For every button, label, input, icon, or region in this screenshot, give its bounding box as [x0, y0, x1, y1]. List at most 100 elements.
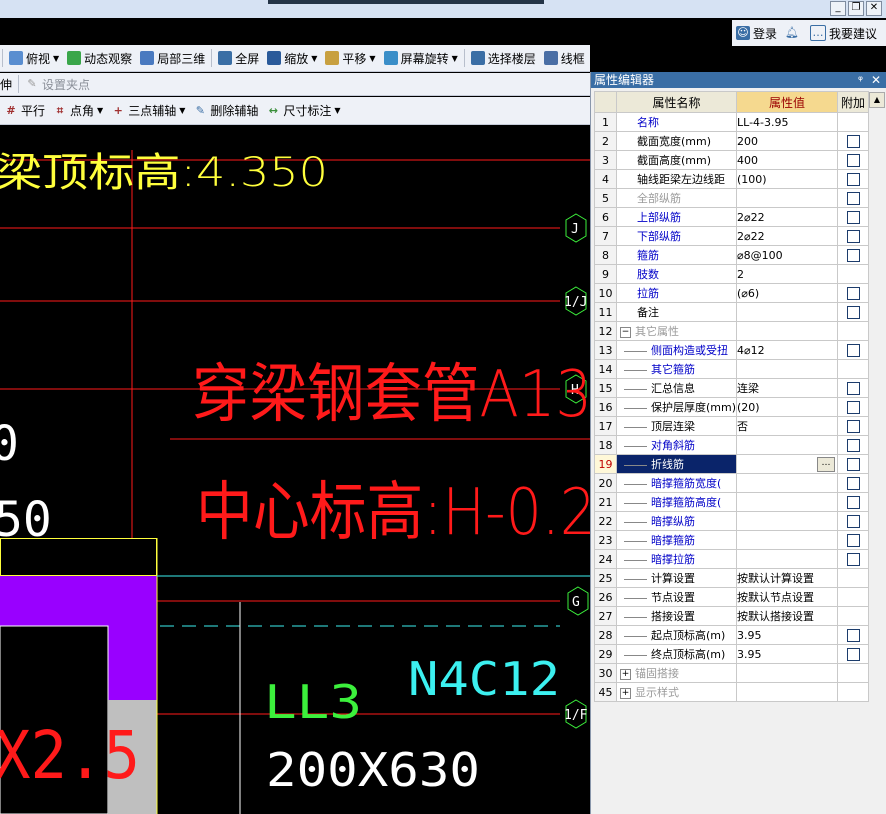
- toolbar-button-5[interactable]: 平移 ▼: [321, 48, 379, 68]
- collapse-icon[interactable]: −: [620, 326, 631, 338]
- close-icon[interactable]: ✕: [871, 72, 881, 88]
- property-row[interactable]: 30 + 锚固搭接: [594, 663, 870, 683]
- bell-button[interactable]: 🔔︎: [781, 23, 806, 43]
- toolbar-button-1[interactable]: 动态观察: [63, 48, 136, 68]
- suggest-button[interactable]: … 我要建议: [806, 23, 881, 43]
- close-window-button[interactable]: ✕: [866, 1, 882, 16]
- property-value-cell[interactable]: (20): [736, 397, 839, 417]
- attach-checkbox[interactable]: [846, 552, 860, 566]
- property-row[interactable]: 15 汇总信息 连梁: [594, 378, 870, 398]
- property-value-cell[interactable]: 200: [736, 131, 839, 151]
- expand-icon[interactable]: +: [620, 668, 631, 680]
- property-row[interactable]: 20 暗撑箍筋宽度(: [594, 473, 870, 493]
- property-row[interactable]: 16 保护层厚度(mm) (20): [594, 397, 870, 417]
- attach-checkbox[interactable]: [846, 210, 860, 224]
- attach-checkbox[interactable]: [846, 400, 860, 414]
- property-name-cell[interactable]: 轴线距梁左边线距: [615, 169, 738, 189]
- property-name-cell[interactable]: 拉筋: [615, 283, 738, 303]
- property-name-cell[interactable]: 上部纵筋: [615, 207, 738, 227]
- property-value-cell[interactable]: [736, 359, 839, 379]
- value-column-header[interactable]: 属性值: [736, 91, 839, 113]
- property-value-cell[interactable]: [736, 492, 839, 512]
- attach-checkbox[interactable]: [846, 495, 860, 509]
- property-name-cell[interactable]: 全部纵筋: [615, 188, 738, 208]
- chevron-down-icon[interactable]: ▼: [369, 54, 375, 63]
- property-row[interactable]: 18 对角斜筋: [594, 435, 870, 455]
- chevron-down-icon[interactable]: ▼: [311, 54, 317, 63]
- property-row[interactable]: 10 拉筋 (⌀6): [594, 283, 870, 303]
- axis-toolbar-button-1[interactable]: ⌗ 点角 ▼: [49, 101, 107, 121]
- toolbar-button-6[interactable]: 屏幕旋转 ▼: [380, 48, 462, 68]
- vertical-scrollbar[interactable]: ▲: [869, 92, 885, 812]
- property-row[interactable]: 1 名称 LL-4-3.95: [594, 112, 870, 132]
- property-name-cell[interactable]: 箍筋: [615, 245, 738, 265]
- chevron-down-icon[interactable]: ▼: [179, 106, 185, 115]
- property-value-cell[interactable]: 400: [736, 150, 839, 170]
- ellipsis-button[interactable]: …: [817, 457, 836, 472]
- property-value-cell[interactable]: 按默认搭接设置: [736, 606, 839, 626]
- property-value-cell[interactable]: [736, 511, 839, 531]
- property-name-cell[interactable]: 暗撑箍筋高度(: [615, 492, 738, 512]
- attach-checkbox[interactable]: [846, 172, 860, 186]
- property-row[interactable]: 13 侧面构造或受扭 4⌀12: [594, 340, 870, 360]
- chevron-down-icon[interactable]: ▼: [53, 54, 59, 63]
- property-name-cell[interactable]: 截面高度(mm): [615, 150, 738, 170]
- toolbar-button-4[interactable]: 缩放 ▼: [263, 48, 321, 68]
- attach-checkbox[interactable]: [846, 286, 860, 300]
- property-name-cell[interactable]: + 显示样式: [615, 682, 738, 702]
- property-name-cell[interactable]: 计算设置: [615, 568, 738, 588]
- property-name-cell[interactable]: 搭接设置: [615, 606, 738, 626]
- property-value-cell[interactable]: [736, 473, 839, 493]
- property-row[interactable]: 6 上部纵筋 2⌀22: [594, 207, 870, 227]
- toolbar-button-2[interactable]: 局部三维: [136, 48, 209, 68]
- stretch-button[interactable]: 伸: [0, 74, 16, 94]
- property-value-cell[interactable]: [736, 435, 839, 455]
- attach-checkbox[interactable]: [846, 419, 860, 433]
- minimize-button[interactable]: _: [830, 1, 846, 16]
- property-value-cell[interactable]: 按默认节点设置: [736, 587, 839, 607]
- property-row[interactable]: 4 轴线距梁左边线距 (100): [594, 169, 870, 189]
- property-row[interactable]: 45 + 显示样式: [594, 682, 870, 702]
- attach-checkbox[interactable]: [846, 457, 860, 471]
- toolbar-button-7[interactable]: 选择楼层: [467, 48, 540, 68]
- property-row[interactable]: 19 折线筋…: [594, 454, 870, 474]
- property-row[interactable]: 2 截面宽度(mm) 200: [594, 131, 870, 151]
- toolbar-button-3[interactable]: 全屏: [214, 48, 263, 68]
- chevron-down-icon[interactable]: ▼: [97, 106, 103, 115]
- add-column-header[interactable]: 附加: [837, 91, 870, 113]
- axis-toolbar-button-0[interactable]: # 平行: [0, 101, 49, 121]
- name-column-header[interactable]: 属性名称: [615, 91, 738, 113]
- property-value-cell[interactable]: 2⌀22: [736, 226, 839, 246]
- property-name-cell[interactable]: 肢数: [615, 264, 738, 284]
- property-row[interactable]: 9 肢数 2: [594, 264, 870, 284]
- property-name-cell[interactable]: 暗撑箍筋宽度(: [615, 473, 738, 493]
- property-row[interactable]: 27 搭接设置 按默认搭接设置: [594, 606, 870, 626]
- property-row[interactable]: 14 其它箍筋: [594, 359, 870, 379]
- property-value-cell[interactable]: [736, 188, 839, 208]
- property-value-cell[interactable]: 2⌀22: [736, 207, 839, 227]
- property-name-cell[interactable]: 侧面构造或受扭: [615, 340, 738, 360]
- property-value-cell[interactable]: [736, 682, 839, 702]
- pin-icon[interactable]: ᵠ: [858, 72, 863, 88]
- property-row[interactable]: 7 下部纵筋 2⌀22: [594, 226, 870, 246]
- attach-checkbox[interactable]: [846, 229, 860, 243]
- property-row[interactable]: 11 备注: [594, 302, 870, 322]
- property-name-cell[interactable]: 暗撑拉筋: [615, 549, 738, 569]
- property-value-cell[interactable]: ⌀8@100: [736, 245, 839, 265]
- property-name-cell[interactable]: 备注: [615, 302, 738, 322]
- property-name-cell[interactable]: 暗撑纵筋: [615, 511, 738, 531]
- property-row[interactable]: 8 箍筋 ⌀8@100: [594, 245, 870, 265]
- property-value-cell[interactable]: 3.95: [736, 625, 839, 645]
- attach-checkbox[interactable]: [846, 134, 860, 148]
- property-value-cell[interactable]: [736, 302, 839, 322]
- property-name-cell[interactable]: 汇总信息: [615, 378, 738, 398]
- property-row[interactable]: 25 计算设置 按默认计算设置: [594, 568, 870, 588]
- property-value-cell[interactable]: (100): [736, 169, 839, 189]
- property-row[interactable]: 12− 其它属性: [594, 321, 870, 341]
- property-value-cell[interactable]: …: [736, 454, 839, 474]
- property-value-cell[interactable]: 按默认计算设置: [736, 568, 839, 588]
- axis-toolbar-button-3[interactable]: ✎ 删除辅轴: [189, 101, 262, 121]
- property-name-cell[interactable]: 下部纵筋: [615, 226, 738, 246]
- property-name-cell[interactable]: 节点设置: [615, 587, 738, 607]
- property-row[interactable]: 26 节点设置 按默认节点设置: [594, 587, 870, 607]
